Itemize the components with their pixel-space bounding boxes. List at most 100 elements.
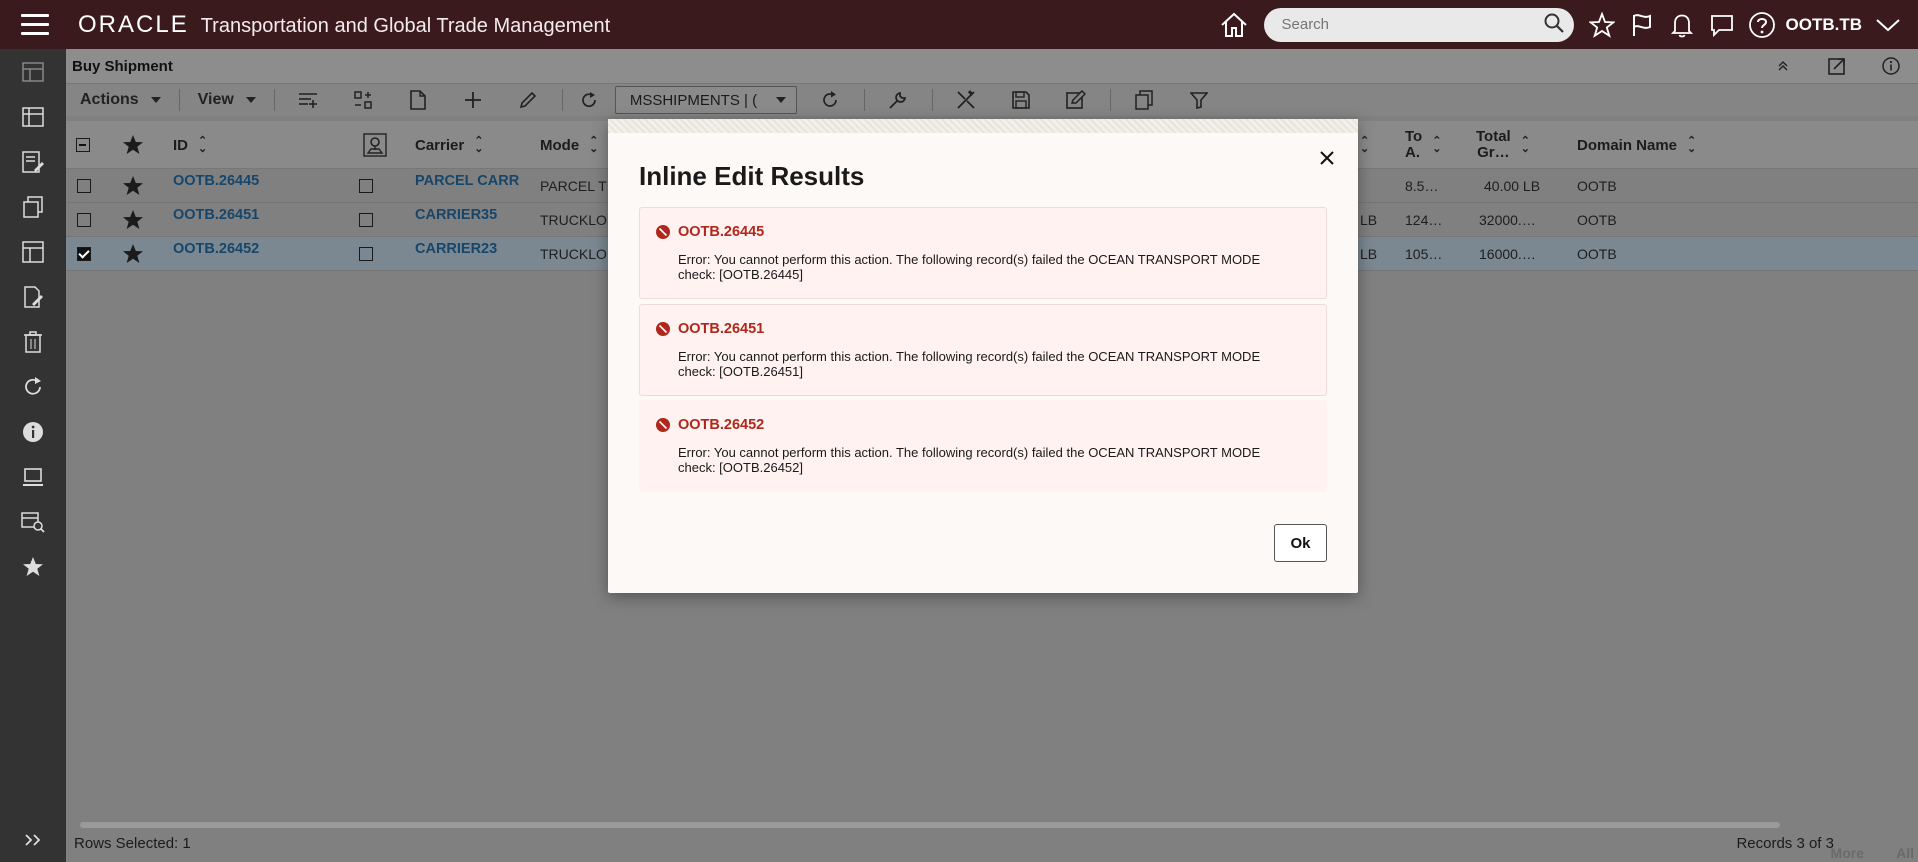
tools-icon[interactable] <box>939 84 994 117</box>
sort-icon[interactable]: ⌃ ⌄ <box>589 136 598 155</box>
records-count: Records 3 of 3 <box>1736 835 1834 852</box>
domain-cell: OOTB <box>1577 178 1617 194</box>
column-header-to-a[interactable]: To A. ⌃ ⌄ <box>1405 121 1441 169</box>
messages-icon[interactable] <box>1702 0 1742 49</box>
chevron-down-icon[interactable] <box>1868 0 1908 49</box>
carrier-link[interactable]: CARRIER23 <box>415 237 539 271</box>
workbench-icon[interactable] <box>0 94 66 139</box>
mode-cell: TRUCKLO <box>540 246 607 262</box>
info-circle-icon[interactable] <box>1864 56 1918 76</box>
menu-icon[interactable] <box>0 0 70 49</box>
favorites-icon[interactable] <box>1582 0 1622 49</box>
actions-label: Actions <box>80 91 139 108</box>
sort-icon[interactable]: ⌃ ⌄ <box>198 136 207 155</box>
collapse-icon[interactable] <box>1756 60 1810 72</box>
rerun-query-icon[interactable] <box>569 84 609 117</box>
reload-icon[interactable] <box>803 84 858 117</box>
open-external-icon[interactable] <box>1810 56 1864 76</box>
column-header-carrier[interactable]: Carrier ⌃ ⌄ <box>415 121 483 169</box>
help-icon[interactable] <box>1742 0 1782 49</box>
monitor-icon[interactable] <box>0 454 66 499</box>
dialog-title: Inline Edit Results <box>639 161 865 191</box>
notifications-icon[interactable] <box>1662 0 1702 49</box>
copy-icon[interactable] <box>1117 84 1172 117</box>
dialog-drag-handle[interactable] <box>608 119 1358 133</box>
mode-cell: PARCEL T <box>540 178 607 194</box>
app-title: Transportation and Global Trade Manageme… <box>200 14 611 37</box>
view-menu[interactable]: View <box>186 91 268 109</box>
to-a-cell: 105… <box>1405 246 1443 262</box>
map-checkbox[interactable] <box>359 203 373 237</box>
star-icon[interactable] <box>0 544 66 589</box>
dashboard-icon[interactable] <box>0 49 66 94</box>
layout-grid-icon[interactable] <box>336 84 391 117</box>
global-search[interactable] <box>1263 7 1574 42</box>
map-view-icon[interactable] <box>363 121 387 169</box>
all-button[interactable]: All <box>1896 845 1914 861</box>
layout-icon[interactable] <box>0 229 66 274</box>
refresh-icon[interactable] <box>0 364 66 409</box>
sort-icon[interactable]: ⌃ ⌄ <box>1687 136 1696 155</box>
flag-icon[interactable] <box>1622 0 1662 49</box>
carrier-link[interactable]: CARRIER35 <box>415 203 539 237</box>
shipment-id-link[interactable]: OOTB.26452 <box>173 237 259 271</box>
column-header-total-gross[interactable]: Total Gr… ⌃ ⌄ <box>1476 121 1530 169</box>
table-search-icon[interactable] <box>0 499 66 544</box>
expand-nav-icon[interactable] <box>0 831 66 852</box>
favorite-star-icon[interactable] <box>122 169 144 203</box>
document-edit-icon[interactable] <box>0 274 66 319</box>
save-icon[interactable] <box>994 84 1049 117</box>
map-checkbox[interactable] <box>359 237 373 271</box>
favorite-star-icon[interactable] <box>122 203 144 237</box>
map-checkbox[interactable] <box>359 169 373 203</box>
pencil-icon[interactable] <box>501 84 556 117</box>
error-message: OOTB.26445 Error: You cannot perform thi… <box>639 207 1327 299</box>
favorite-column-icon[interactable] <box>122 121 144 169</box>
ok-button[interactable]: Ok <box>1274 524 1327 562</box>
error-icon <box>656 418 670 435</box>
user-menu-label[interactable]: OOTB.TB <box>1786 15 1863 35</box>
error-text: Error: You cannot perform this action. T… <box>678 252 1261 282</box>
column-header-id[interactable]: ID ⌃ ⌄ <box>173 121 207 169</box>
home-icon[interactable] <box>1214 0 1254 49</box>
horizontal-scrollbar[interactable] <box>70 821 1918 829</box>
search-icon[interactable] <box>1544 13 1564 36</box>
to-a-cell: 8.5… <box>1405 178 1439 194</box>
total-gross-cell: 16000.… <box>1479 246 1536 262</box>
saved-query-select[interactable]: MSSHIPMENTS | ( <box>614 86 797 114</box>
error-record-id: OOTB.26452 <box>678 417 765 433</box>
filter-icon[interactable] <box>1172 84 1227 117</box>
row-checkbox[interactable] <box>77 169 91 203</box>
row-checkbox-checked[interactable] <box>77 237 91 271</box>
error-text: Error: You cannot perform this action. T… <box>678 349 1261 379</box>
select-all-checkbox[interactable] <box>76 121 90 169</box>
wrench-icon[interactable] <box>871 84 926 117</box>
info-icon[interactable] <box>0 409 66 454</box>
new-document-icon[interactable] <box>391 84 446 117</box>
copy-pages-icon[interactable] <box>0 184 66 229</box>
sort-icon[interactable]: ⌃ ⌄ <box>1521 136 1530 155</box>
domain-cell: OOTB <box>1577 212 1617 228</box>
more-button[interactable]: More <box>1831 845 1864 861</box>
weight-unit-cell: LB <box>1360 212 1378 228</box>
edit-note-icon[interactable] <box>1049 84 1104 117</box>
actions-menu[interactable]: Actions <box>68 91 173 109</box>
add-row-icon[interactable] <box>281 84 336 117</box>
shipment-id-link[interactable]: OOTB.26451 <box>173 203 259 237</box>
plus-icon[interactable] <box>446 84 501 117</box>
column-header-mode[interactable]: Mode ⌃ ⌄ <box>540 121 598 169</box>
search-input[interactable] <box>1281 16 1544 33</box>
sort-icon[interactable]: ⌃ ⌄ <box>1360 121 1369 169</box>
sort-icon[interactable]: ⌃ ⌄ <box>1432 136 1441 155</box>
total-gross-cell: 40.00 LB <box>1484 178 1541 194</box>
sort-icon[interactable]: ⌃ ⌄ <box>474 136 483 155</box>
caret-down-icon <box>150 97 161 103</box>
edit-list-icon[interactable] <box>0 139 66 184</box>
favorite-star-icon[interactable] <box>122 237 144 271</box>
trash-icon[interactable] <box>0 319 66 364</box>
row-checkbox[interactable] <box>77 203 91 237</box>
shipment-id-link[interactable]: OOTB.26445 <box>173 169 259 203</box>
close-icon[interactable] <box>1314 145 1340 171</box>
column-header-domain[interactable]: Domain Name ⌃ ⌄ <box>1577 121 1696 169</box>
carrier-link[interactable]: PARCEL CARR <box>415 169 539 203</box>
